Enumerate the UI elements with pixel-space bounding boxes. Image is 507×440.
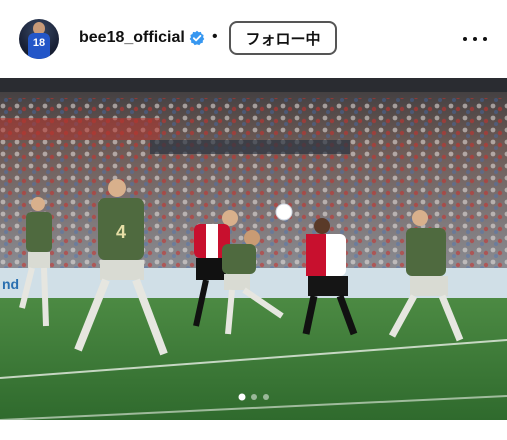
carousel-indicator <box>238 393 269 401</box>
red-stand-section <box>0 118 160 140</box>
following-button[interactable]: フォロー中 <box>229 21 337 55</box>
more-dot <box>463 37 467 41</box>
more-options-icon[interactable] <box>463 30 487 48</box>
more-dot <box>483 37 487 41</box>
post-footer <box>0 420 507 440</box>
separator-dot: • <box>212 28 218 45</box>
avatar-number: 18 <box>32 37 46 49</box>
post-photo[interactable]: nd 4 <box>0 78 507 420</box>
post-header: 18 bee18_official • フォロー中 <box>0 0 507 78</box>
carousel-dot <box>251 394 257 400</box>
ad-board-text: nd <box>2 276 19 292</box>
jersey-number: 4 <box>116 222 126 242</box>
carousel-dot <box>263 394 269 400</box>
stadium-roof <box>0 78 507 92</box>
verified-badge-icon <box>189 30 205 46</box>
username[interactable]: bee18_official <box>79 28 185 48</box>
football <box>275 203 293 221</box>
avatar[interactable]: 18 <box>19 19 59 59</box>
stand-tier-divider <box>150 140 350 154</box>
more-dot <box>473 37 477 41</box>
carousel-dot-active <box>238 393 246 401</box>
